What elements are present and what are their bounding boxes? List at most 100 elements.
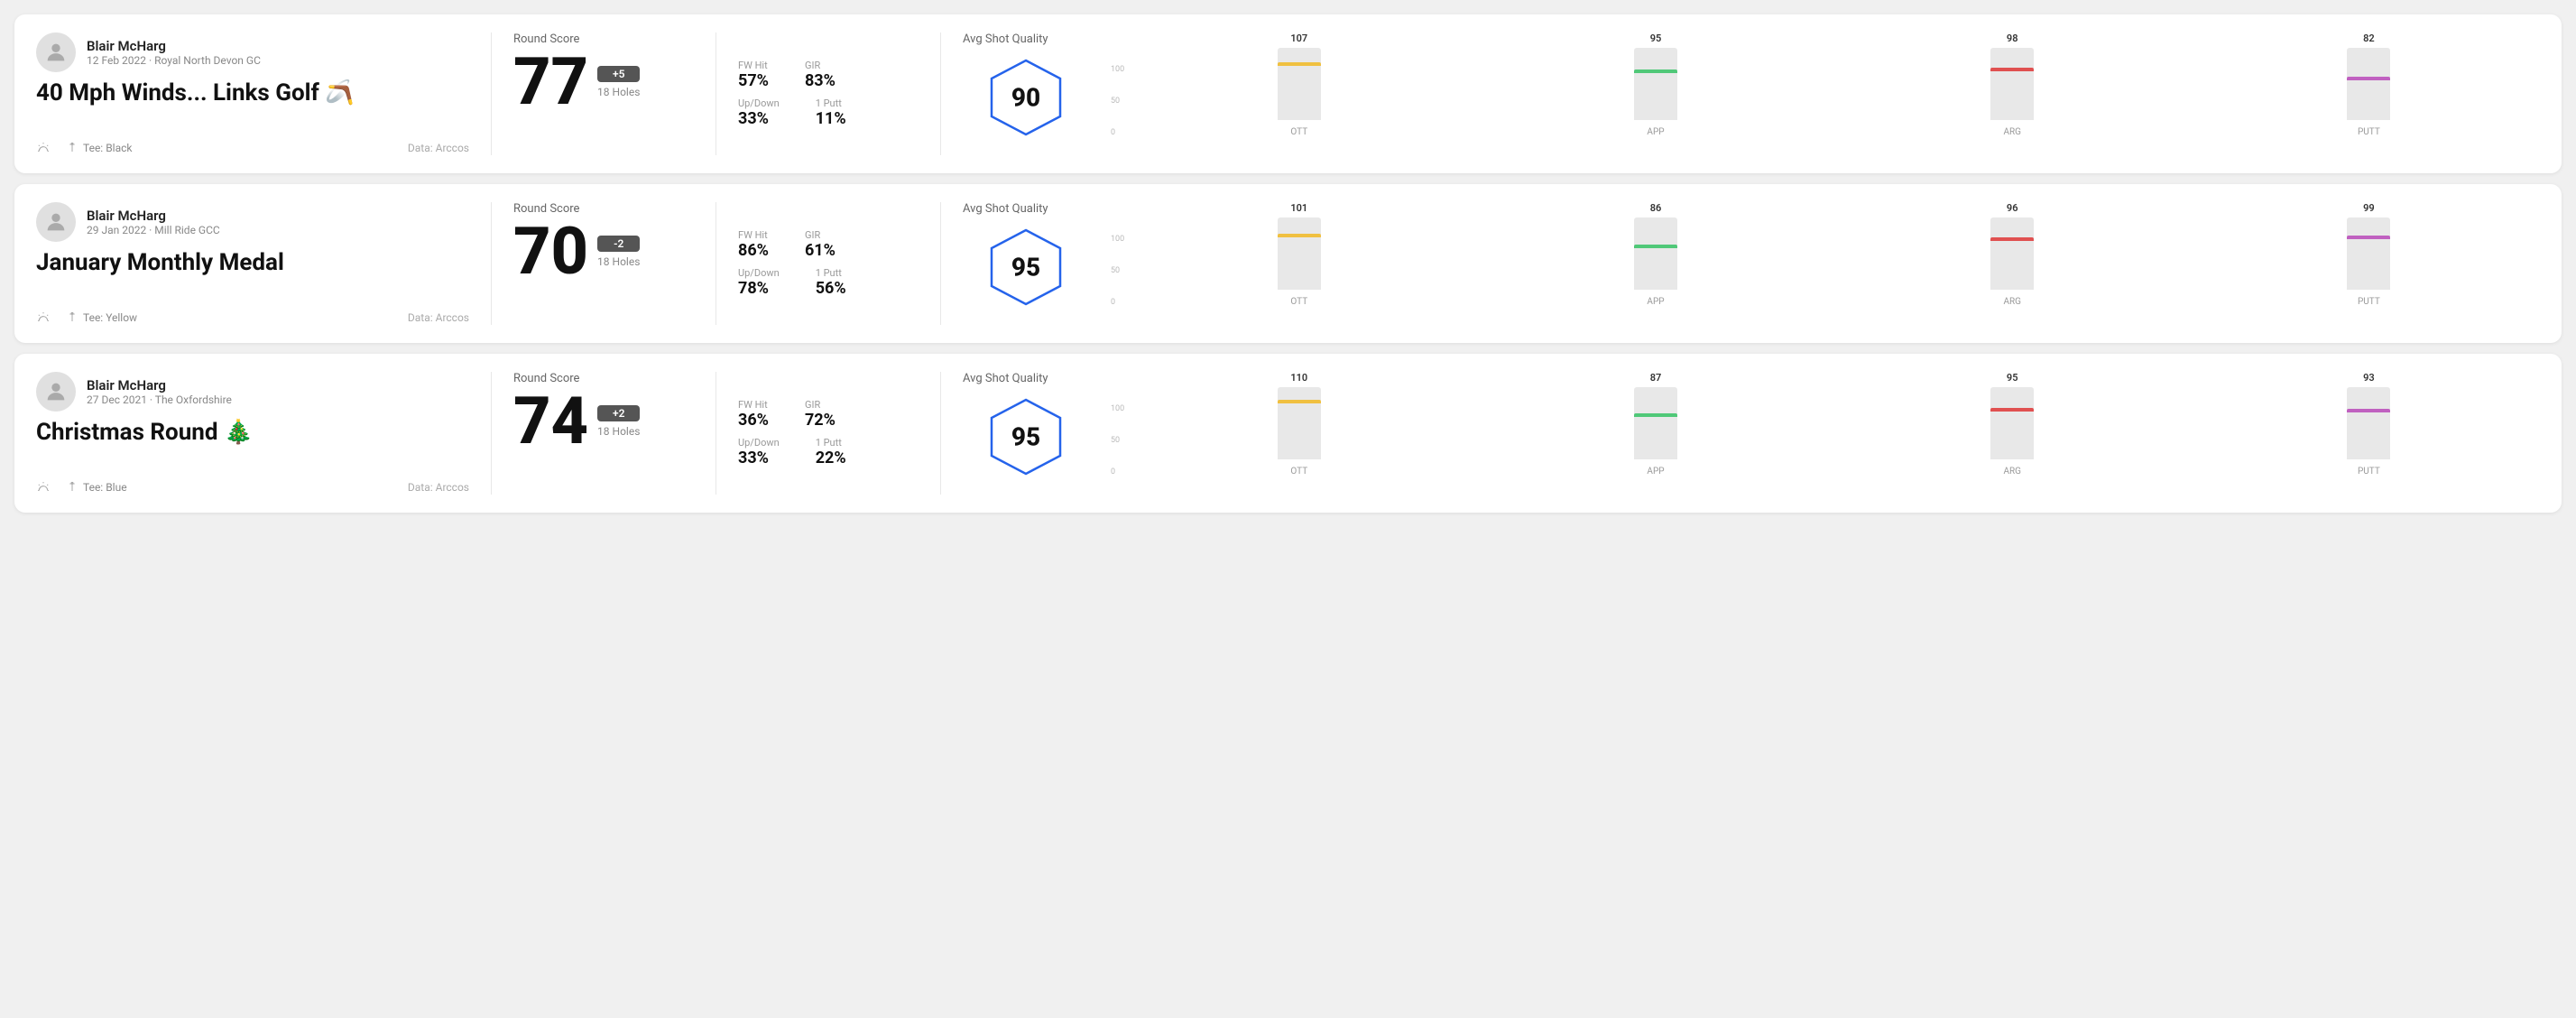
bar-fill [1278,400,1321,403]
quality-label: Avg Shot Quality [963,372,1048,385]
bar-bg [1278,387,1321,459]
bar-value: 96 [2007,202,2018,214]
chart-bar-group: 96 ARG [1842,202,2184,307]
player-name: Blair McHarg [87,377,232,393]
chart-bar-group: 110 OTT [1128,372,1470,477]
oneputt-value: 22% [816,449,846,467]
user-icon [43,209,69,235]
bar-bg [2347,217,2390,290]
score-main: 74 +2 18 Holes [513,389,694,454]
card-left: Blair McHarg 29 Jan 2022 · Mill Ride GCC… [36,202,469,325]
hexagon: 95 [985,227,1066,308]
bar-fill [1634,413,1677,417]
card-chart: 100 50 0 107 OTT 95 APP [1111,32,2540,155]
bar-bg [1990,387,2034,459]
gir-label: GIR [805,399,836,411]
updown-stat: Up/Down 33% [738,437,780,467]
footer-left: Tee: Blue [36,480,127,495]
divider-left [491,32,492,155]
updown-label: Up/Down [738,97,780,109]
bar-value: 101 [1290,202,1307,214]
fw-hit-label: FW Hit [738,229,769,241]
quality-score: 95 [1011,422,1040,452]
bar-container [1278,217,1321,290]
bar-label: OTT [1290,297,1307,307]
fw-hit-stat: FW Hit 36% [738,399,769,430]
player-info: Blair McHarg 27 Dec 2021 · The Oxfordshi… [87,377,232,406]
score-number: 74 [513,389,588,454]
card-stats: FW Hit 86% GIR 61% Up/Down 78% 1 Putt 56… [738,202,919,325]
divider-left [491,372,492,495]
gir-value: 83% [805,71,836,90]
updown-value: 33% [738,109,780,128]
hexagon: 95 [985,396,1066,477]
updown-stat: Up/Down 33% [738,97,780,128]
player-header: Blair McHarg 12 Feb 2022 · Royal North D… [36,32,469,72]
bar-bg [1634,387,1677,459]
bar-value: 86 [1650,202,1662,214]
bar-container [1634,48,1677,120]
fw-hit-value: 57% [738,71,769,90]
quality-score: 95 [1011,253,1040,282]
score-badge: -2 [597,236,640,252]
gir-stat: GIR 72% [805,399,836,430]
footer-left: Tee: Yellow [36,310,137,325]
stat-row-top: FW Hit 57% GIR 83% [738,60,919,90]
bar-value: 87 [1650,372,1662,384]
hexagon-wrap: 95 [963,227,1089,308]
bar-label: APP [1647,467,1664,477]
updown-label: Up/Down [738,437,780,449]
score-badge-wrap: +2 18 Holes [597,405,640,438]
score-badge: +2 [597,405,640,421]
bar-bg [1278,48,1321,120]
score-number: 70 [513,219,588,284]
card-footer: Tee: Black Data: Arccos [36,141,469,155]
bar-label: APP [1647,127,1664,137]
bar-value: 95 [2007,372,2018,384]
stat-row-bottom: Up/Down 33% 1 Putt 22% [738,437,919,467]
hexagon: 90 [985,57,1066,138]
tee-icon-group: Tee: Black [65,141,132,155]
bar-bg [1634,48,1677,120]
player-info: Blair McHarg 29 Jan 2022 · Mill Ride GCC [87,208,220,236]
bar-value: 82 [2363,32,2375,44]
bar-fill [1634,245,1677,248]
card-score: Round Score 70 -2 18 Holes [513,202,694,325]
bar-label: ARG [2003,127,2021,137]
divider-right [940,32,941,155]
chart-bar-group: 95 ARG [1842,372,2184,477]
bar-value: 98 [2007,32,2018,44]
weather-icon [36,480,51,495]
gir-stat: GIR 83% [805,60,836,90]
round-card: Blair McHarg 27 Dec 2021 · The Oxfordshi… [14,354,2562,513]
bar-bg [1278,217,1321,290]
card-quality: Avg Shot Quality 90 [963,32,1089,155]
player-header: Blair McHarg 29 Jan 2022 · Mill Ride GCC [36,202,469,242]
bar-label: OTT [1290,127,1307,137]
bar-fill [2347,409,2390,412]
player-info: Blair McHarg 12 Feb 2022 · Royal North D… [87,38,261,67]
score-holes: 18 Holes [597,255,640,268]
oneputt-label: 1 Putt [816,267,846,279]
tee-icon-group: Tee: Yellow [65,310,137,325]
card-score: Round Score 74 +2 18 Holes [513,372,694,495]
stat-row-bottom: Up/Down 78% 1 Putt 56% [738,267,919,298]
bar-container [2347,217,2390,290]
round-title: 40 Mph Winds... Links Golf 🪃 [36,79,469,106]
quality-label: Avg Shot Quality [963,32,1048,46]
bar-label: PUTT [2358,127,2380,137]
fw-hit-value: 36% [738,411,769,430]
oneputt-value: 11% [816,109,846,128]
bar-container [2347,48,2390,120]
hexagon-wrap: 90 [963,57,1089,138]
score-badge: +5 [597,66,640,82]
round-title: January Monthly Medal [36,249,469,276]
bar-fill [1278,62,1321,66]
weather-icon [36,141,51,155]
avatar [36,32,76,72]
card-chart: 100 50 0 101 OTT 86 APP [1111,202,2540,325]
bar-fill [1278,234,1321,237]
card-left: Blair McHarg 27 Dec 2021 · The Oxfordshi… [36,372,469,495]
bar-container [1990,48,2034,120]
updown-value: 33% [738,449,780,467]
